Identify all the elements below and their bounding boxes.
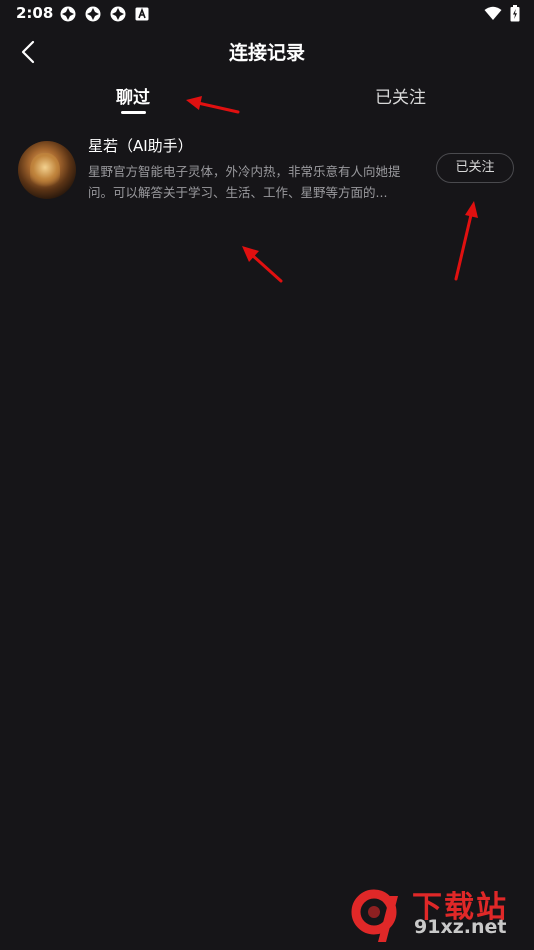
status-time: 2:08: [16, 4, 54, 22]
header: 连接记录: [0, 30, 534, 74]
active-tab-indicator: [121, 111, 146, 114]
avatar-figure: [30, 153, 60, 189]
app-icon: [110, 6, 126, 22]
battery-icon: [510, 5, 520, 22]
page-title: 连接记录: [228, 42, 305, 64]
annotation-arrow-item: [242, 246, 283, 283]
a-icon: [135, 7, 149, 21]
app-icon: [85, 6, 101, 22]
watermark-url: 91xz.net: [414, 916, 507, 938]
status-notification-icons: [60, 6, 149, 22]
app-icon: [60, 6, 76, 22]
list-item[interactable]: 星若（AI助手） 星野官方智能电子灵体，外冷内热，非常乐意有人向她提问。可以解答…: [0, 130, 534, 210]
avatar[interactable]: [18, 141, 76, 199]
tab-chatted[interactable]: 聊过: [116, 83, 150, 108]
status-bar: 2:08: [0, 0, 534, 28]
tab-followed[interactable]: 已关注: [375, 83, 426, 108]
watermark: 下载站 91xz.net: [348, 886, 528, 946]
annotation-arrow-button: [454, 201, 478, 281]
wifi-icon: [484, 6, 502, 20]
followed-button[interactable]: 已关注: [436, 153, 514, 183]
contact-description: 星野官方智能电子灵体，外冷内热，非常乐意有人向她提问。可以解答关于学习、生活、工…: [88, 164, 401, 200]
contact-name: 星若（AI助手）: [88, 137, 193, 155]
status-system-icons: [484, 5, 520, 22]
tab-bar: 聊过 已关注: [0, 80, 534, 120]
watermark-logo-icon: [351, 889, 398, 942]
